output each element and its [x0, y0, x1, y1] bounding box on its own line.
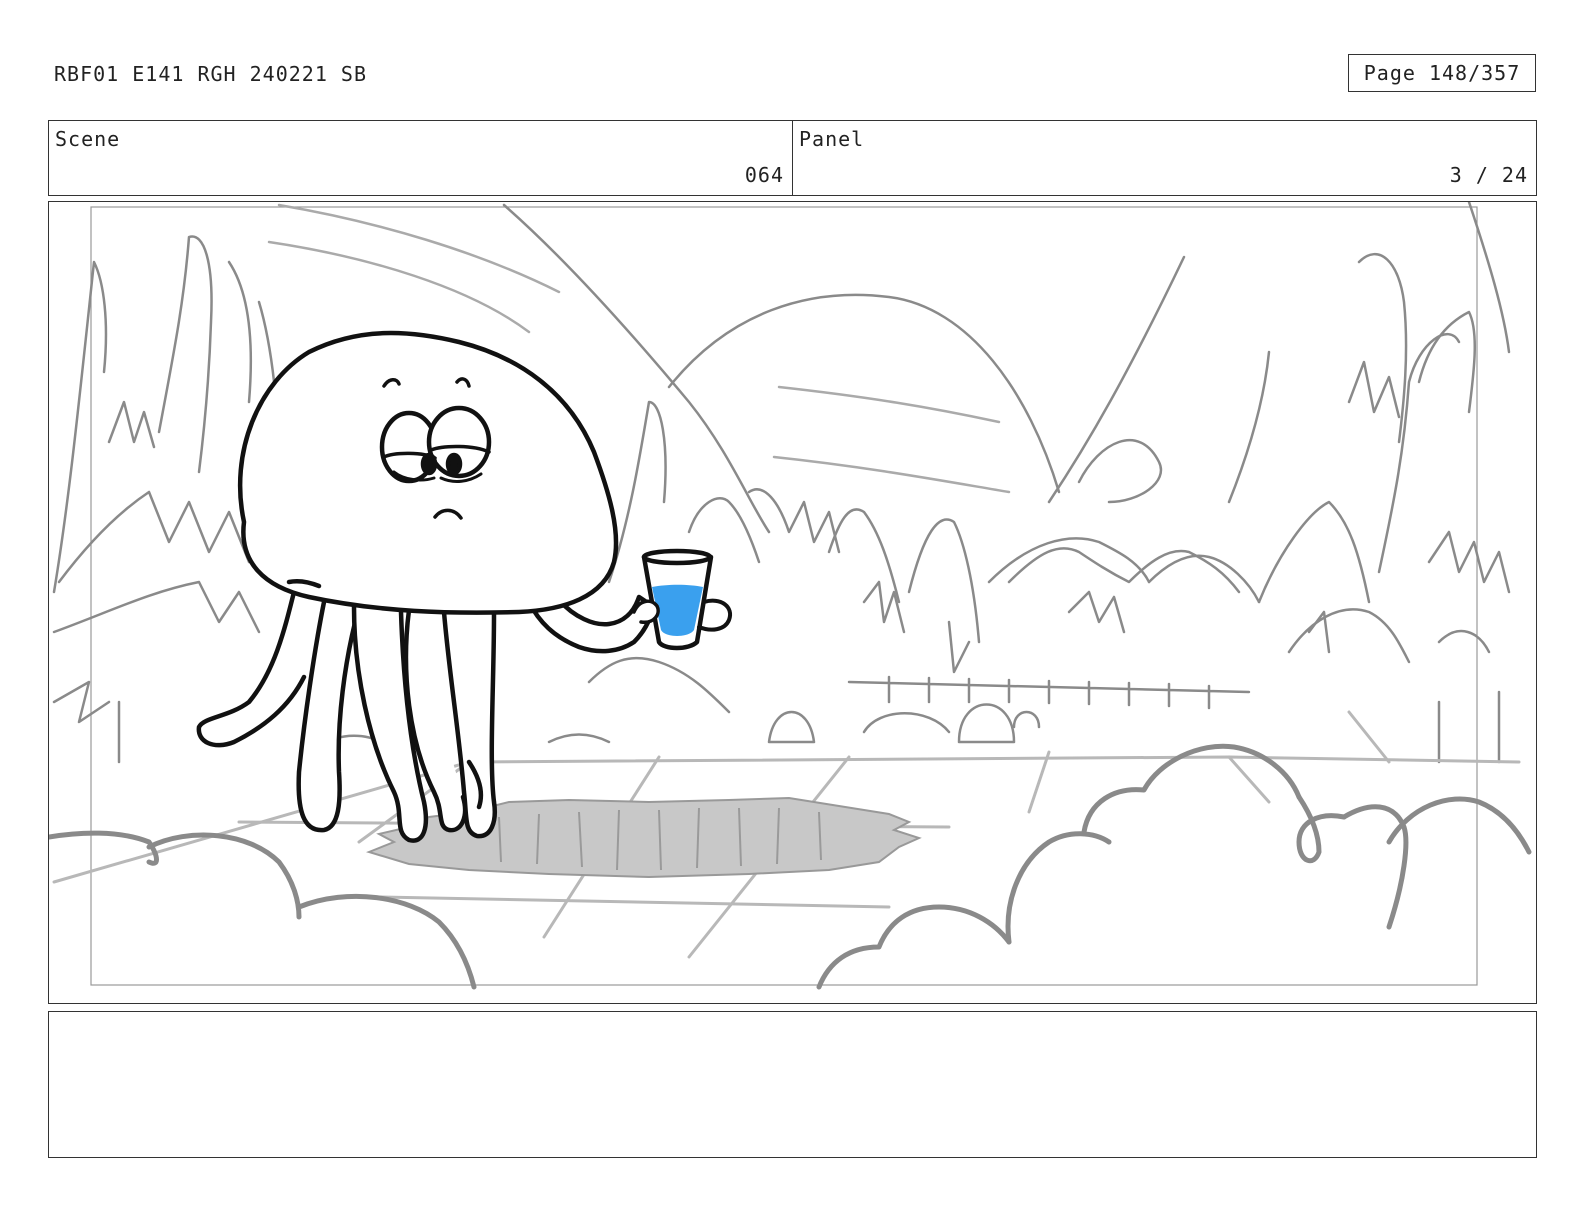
panel-drawing	[49, 202, 1532, 990]
panel-cell: Panel 3 / 24	[792, 121, 1536, 195]
info-row: Scene 064 Panel 3 / 24	[48, 120, 1537, 196]
pupil-right	[445, 452, 463, 476]
scene-number: 064	[744, 163, 784, 187]
panel-label: Panel	[799, 127, 865, 151]
notes-box	[48, 1011, 1537, 1158]
page-number: Page 148/357	[1363, 61, 1521, 85]
panel-number: 3 / 24	[1449, 163, 1528, 187]
doc-id: RBF01 E141 RGH 240221 SB	[54, 62, 367, 86]
jellyfish-character	[196, 330, 733, 843]
scene-cell: Scene 064	[49, 121, 792, 195]
water-glass-icon	[632, 548, 733, 651]
storyboard-panel	[48, 201, 1537, 1004]
page-number-box: Page 148/357	[1348, 54, 1536, 92]
pupil-left	[420, 452, 438, 476]
scene-label: Scene	[55, 127, 121, 151]
